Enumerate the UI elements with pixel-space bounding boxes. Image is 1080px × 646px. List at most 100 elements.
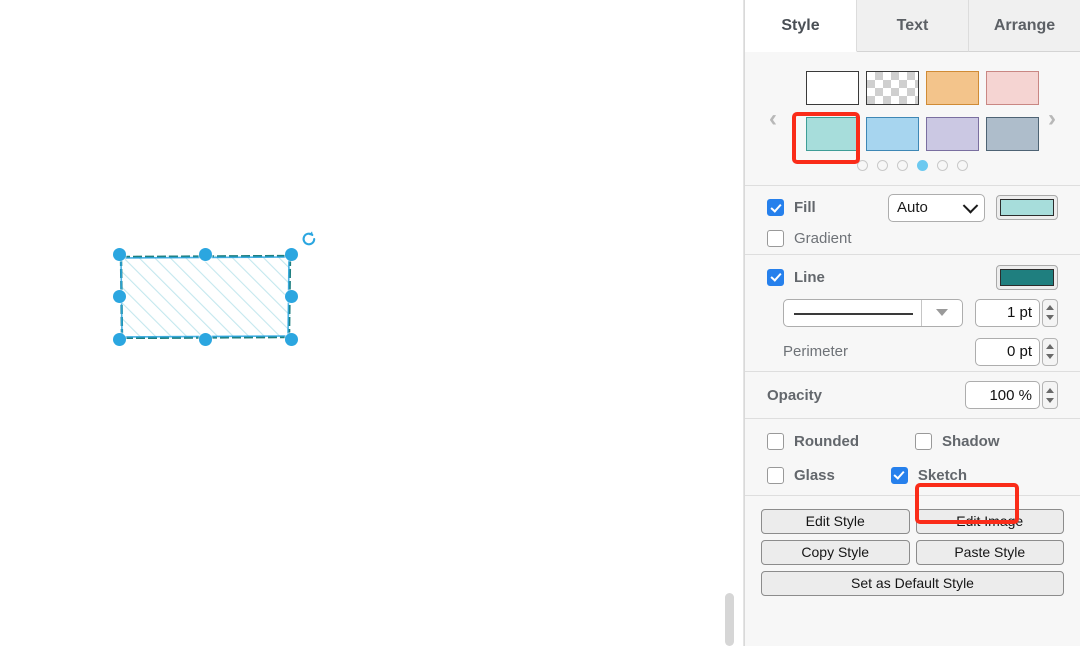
line-row: Line [745, 255, 1080, 293]
sketch-rectangle[interactable] [119, 254, 292, 339]
glass-label: Glass [794, 466, 835, 484]
resize-handle-w[interactable] [113, 290, 126, 303]
rounded-checkbox[interactable] [767, 432, 784, 450]
fill-mode-select[interactable]: Auto [888, 193, 985, 222]
gallery-dot-1[interactable] [857, 160, 868, 171]
perimeter-value: 0 pt [1006, 343, 1032, 360]
gallery-dot-3[interactable] [897, 160, 908, 171]
line-style-preview [784, 300, 921, 326]
selected-shape[interactable] [113, 248, 298, 346]
opacity-field[interactable]: 100 % [965, 381, 1040, 409]
edit-style-button[interactable]: Edit Style [761, 509, 910, 534]
chevron-left-icon[interactable]: ‹ [769, 106, 777, 131]
opacity-row: Opacity 100 % [745, 372, 1080, 418]
perimeter-stepper[interactable] [1042, 337, 1058, 366]
tab-text-label: Text [896, 16, 929, 34]
opacity-section: Opacity 100 % [745, 372, 1080, 419]
opacity-label: Opacity [767, 386, 823, 404]
effects-section: Rounded Shadow Glass Sketch [745, 419, 1080, 496]
line-section: Line 1 pt Perimeter 0 pt [745, 255, 1080, 372]
line-style-row: 1 pt [745, 293, 1080, 332]
shadow-checkbox[interactable] [915, 432, 932, 450]
fill-checkbox[interactable] [767, 199, 784, 216]
vertical-scrollbar-thumb[interactable] [725, 593, 734, 646]
gradient-row: Gradient [745, 223, 1080, 254]
opacity-stepper[interactable] [1042, 381, 1058, 409]
style-swatch-blue[interactable] [862, 114, 922, 154]
gallery-dot-5[interactable] [937, 160, 948, 171]
set-default-style-button[interactable]: Set as Default Style [761, 571, 1064, 596]
stepper-up-icon[interactable] [1046, 387, 1054, 393]
line-checkbox[interactable] [767, 268, 784, 286]
style-swatch-white[interactable] [802, 68, 862, 108]
rotate-icon[interactable] [300, 230, 318, 248]
gallery-dot-6[interactable] [957, 160, 968, 171]
paste-style-button[interactable]: Paste Style [915, 540, 1064, 565]
line-width-value: 1 pt [1006, 304, 1032, 321]
fill-color-button[interactable] [996, 195, 1058, 220]
resize-handle-ne[interactable] [285, 248, 298, 261]
copy-style-button[interactable]: Copy Style [761, 540, 910, 565]
edit-image-button[interactable]: Edit Image [915, 509, 1064, 534]
sketch-label: Sketch [917, 466, 968, 484]
sketch-checkbox[interactable] [890, 466, 908, 484]
style-swatch-teal[interactable] [802, 114, 862, 154]
tab-style[interactable]: Style [745, 0, 857, 52]
line-style-select[interactable] [783, 298, 963, 327]
format-panel: Style Text Arrange ‹ › Fill Auto Gradien… [744, 0, 1080, 646]
chevron-right-icon[interactable]: › [1048, 106, 1056, 131]
perimeter-field[interactable]: 0 pt [975, 337, 1040, 366]
perimeter-label: Perimeter [783, 343, 849, 360]
shadow-label: Shadow [942, 432, 1000, 450]
effects-row-2: Glass Sketch [745, 455, 1080, 495]
perimeter-row: Perimeter 0 pt [745, 332, 1080, 371]
fill-mode-value: Auto [897, 199, 928, 216]
style-gallery: ‹ › [745, 52, 1080, 186]
opacity-value: 100 % [989, 386, 1032, 404]
fill-label: Fill [794, 199, 816, 216]
tab-arrange[interactable]: Arrange [969, 0, 1080, 52]
resize-handle-s[interactable] [199, 333, 212, 346]
gradient-label: Gradient [794, 230, 852, 247]
resize-handle-sw[interactable] [113, 333, 126, 346]
style-swatch-slate[interactable] [982, 114, 1042, 154]
button-row-2: Copy Style Paste Style [761, 540, 1064, 565]
rounded-label: Rounded [794, 432, 859, 450]
fill-row: Fill Auto [745, 186, 1080, 223]
stepper-down-icon[interactable] [1046, 397, 1054, 403]
resize-handle-e[interactable] [285, 290, 298, 303]
gallery-page-dots [745, 160, 1080, 171]
line-color-button[interactable] [996, 264, 1058, 290]
style-swatch-transparent[interactable] [862, 68, 922, 108]
gradient-checkbox[interactable] [767, 230, 784, 247]
resize-handle-se[interactable] [285, 333, 298, 346]
stepper-up-icon[interactable] [1046, 305, 1054, 310]
glass-checkbox[interactable] [767, 466, 784, 484]
resize-handle-n[interactable] [199, 248, 212, 261]
style-swatch-pink[interactable] [982, 68, 1042, 108]
stepper-up-icon[interactable] [1046, 344, 1054, 349]
line-label: Line [794, 268, 825, 286]
style-action-buttons: Edit Style Edit Image Copy Style Paste S… [745, 496, 1080, 596]
resize-handle-nw[interactable] [113, 248, 126, 261]
button-row-3: Set as Default Style [761, 571, 1064, 596]
tab-text[interactable]: Text [857, 0, 969, 52]
line-width-field[interactable]: 1 pt [975, 298, 1040, 327]
tab-style-label: Style [781, 16, 820, 34]
style-swatch-purple[interactable] [922, 114, 982, 154]
line-width-stepper[interactable] [1042, 298, 1058, 327]
vertical-scrollbar-track[interactable] [721, 0, 735, 646]
gallery-dot-2[interactable] [877, 160, 888, 171]
gallery-dot-4[interactable] [917, 160, 928, 171]
chevron-down-icon [962, 197, 979, 214]
line-style-dropdown-arrow[interactable] [922, 309, 962, 316]
triangle-down-icon [936, 309, 948, 316]
style-swatch-orange[interactable] [922, 68, 982, 108]
style-swatch-grid [802, 68, 1042, 154]
stepper-down-icon[interactable] [1046, 315, 1054, 320]
drawing-canvas[interactable] [0, 0, 744, 646]
fill-section: Fill Auto Gradient [745, 186, 1080, 255]
tab-arrange-label: Arrange [993, 16, 1056, 34]
stepper-down-icon[interactable] [1046, 354, 1054, 359]
app-root: Style Text Arrange ‹ › Fill Auto Gradien… [0, 0, 1080, 646]
